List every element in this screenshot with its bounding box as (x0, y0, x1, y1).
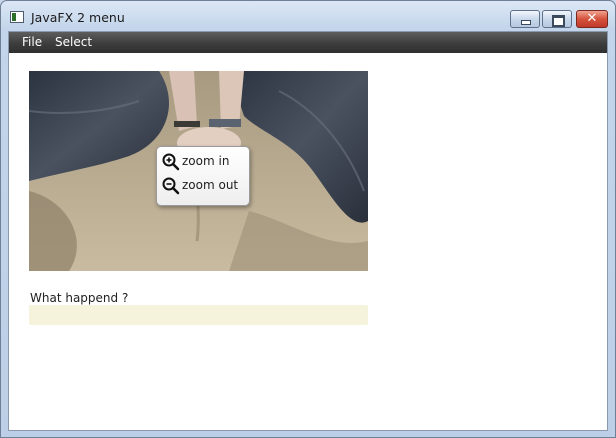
zoom-in-icon (162, 153, 180, 171)
zoom-in-label: zoom in (182, 154, 230, 168)
context-menu: zoom in zoom out (156, 146, 250, 206)
question-label: What happend ? (30, 291, 129, 305)
zoom-out-menu-item[interactable]: zoom out (161, 175, 245, 197)
zoom-in-menu-item[interactable]: zoom in (161, 151, 245, 173)
close-icon: ✕ (586, 11, 598, 26)
minimize-button[interactable] (510, 10, 540, 28)
zoom-out-label: zoom out (182, 178, 239, 192)
java-app-icon[interactable] (10, 11, 24, 23)
answer-input[interactable] (29, 305, 368, 325)
close-button[interactable]: ✕ (576, 10, 608, 28)
title-bar[interactable]: JavaFX 2 menu ✕ (1, 1, 615, 31)
zoom-out-icon (162, 177, 180, 195)
window-content: File Select zoom in zoom out What happen… (8, 31, 608, 431)
window-title: JavaFX 2 menu (31, 10, 125, 25)
menu-bar: File Select (9, 32, 607, 53)
app-window: JavaFX 2 menu ✕ File Select zoom in zoom… (0, 0, 616, 438)
menu-select[interactable]: Select (55, 35, 92, 49)
maximize-button[interactable] (542, 10, 572, 28)
menu-file[interactable]: File (22, 35, 42, 49)
